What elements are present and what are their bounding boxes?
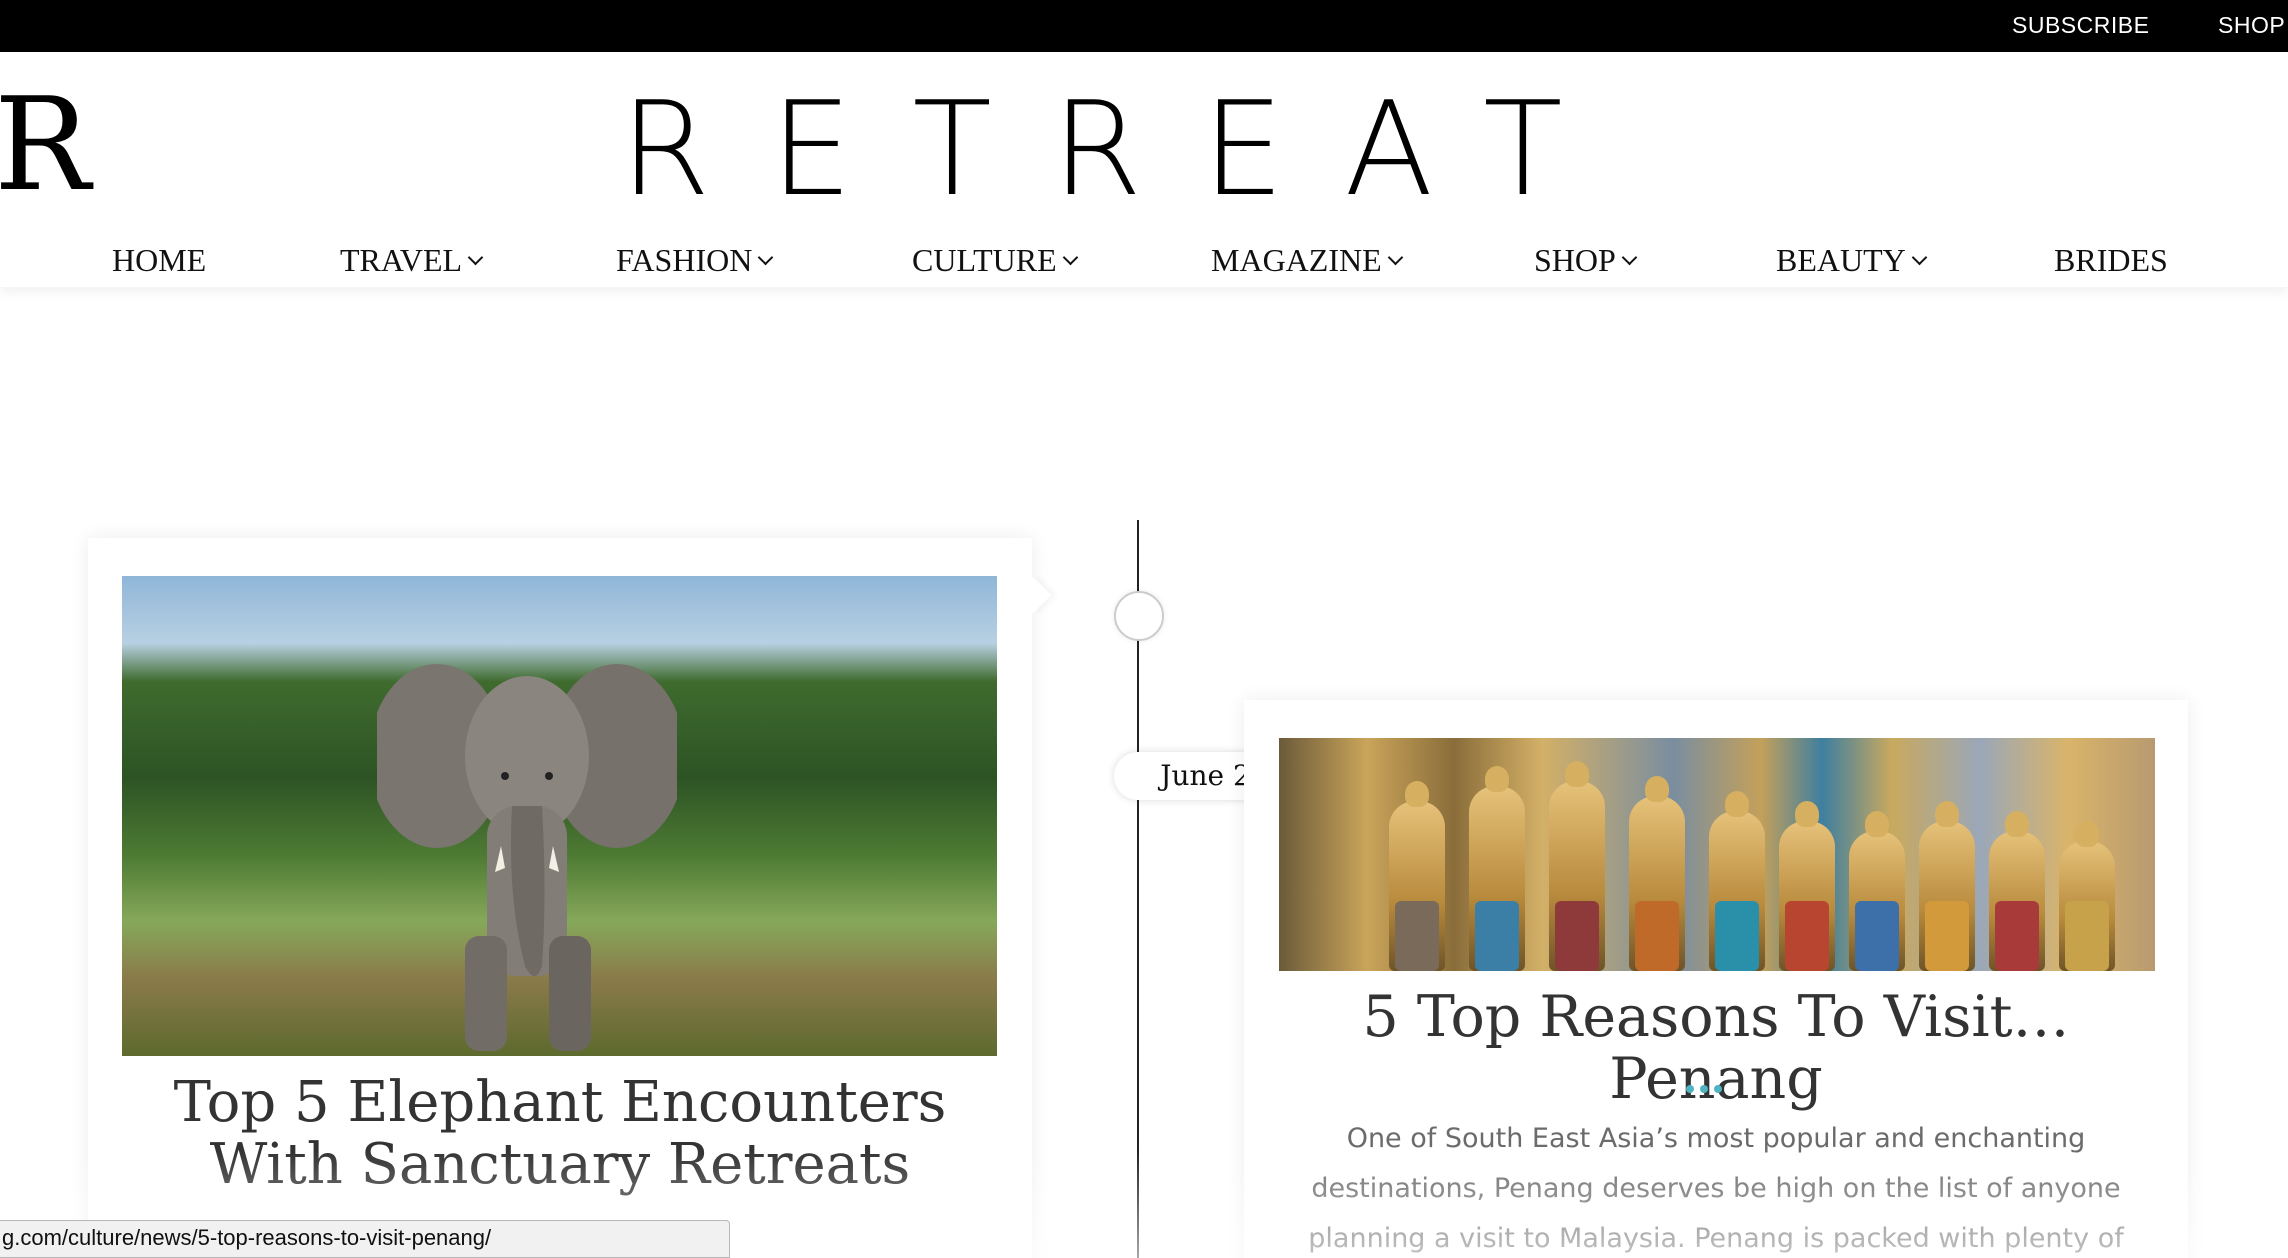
chevron-down-icon	[1062, 249, 1078, 266]
separator-dots-icon	[1686, 1080, 1746, 1093]
nav-item-label: CULTURE	[912, 242, 1057, 278]
chevron-down-icon	[467, 249, 484, 266]
nav-item-home[interactable]: HOME	[112, 242, 206, 279]
statue-shape	[1629, 776, 1685, 971]
nav-item-label: SHOP	[1534, 242, 1616, 278]
post-card[interactable]: 5 Top Reasons To Visit… Penang One of So…	[1244, 700, 2188, 1258]
chevron-down-icon	[1911, 249, 1928, 266]
statue-shape	[1989, 811, 2045, 971]
nav-item-travel[interactable]: TRAVEL	[340, 242, 484, 279]
nav-item-beauty[interactable]: BEAUTY	[1776, 242, 1928, 279]
statue-shape	[1849, 811, 1905, 971]
nav-item-label: FASHION	[616, 242, 753, 278]
nav-item-label: BEAUTY	[1776, 242, 1906, 278]
subscribe-link[interactable]: SUBSCRIBE	[2012, 12, 2149, 39]
site-header: R RETREAT HOME TRAVEL FASHION CULTURE MA…	[0, 52, 2288, 287]
timeline-node	[1114, 591, 1164, 641]
nav-item-culture[interactable]: CULTURE	[912, 242, 1078, 279]
statue-shape	[1709, 791, 1765, 971]
nav-item-label: TRAVEL	[340, 242, 463, 278]
post-title[interactable]: Top 5 Elephant Encounters With Sanctuary…	[108, 1072, 1012, 1196]
statue-shape	[1779, 801, 1835, 971]
nav-item-brides[interactable]: BRIDES	[2054, 242, 2168, 279]
elephant-illustration	[377, 664, 677, 1051]
main-nav: HOME TRAVEL FASHION CULTURE MAGAZINE SHO…	[0, 242, 2288, 282]
nav-item-magazine[interactable]: MAGAZINE	[1211, 242, 1403, 279]
site-logo[interactable]: RETREAT	[620, 84, 1563, 214]
nav-item-fashion[interactable]: FASHION	[616, 242, 774, 279]
temple-statues-photo[interactable]	[1279, 738, 2155, 971]
nav-item-label: MAGAZINE	[1211, 242, 1382, 278]
statue-shape	[1919, 801, 1975, 971]
post-excerpt: One of South East Asia’s most popular an…	[1308, 1123, 2124, 1254]
nav-item-label: BRIDES	[2054, 242, 2168, 278]
elephant-photo[interactable]	[122, 576, 997, 1056]
statue-shape	[2059, 821, 2115, 971]
shop-link[interactable]: SHOP	[2218, 12, 2285, 39]
mini-logo[interactable]: R	[0, 82, 90, 210]
nav-item-shop[interactable]: SHOP	[1534, 242, 1638, 279]
post-card[interactable]: Top 5 Elephant Encounters With Sanctuary…	[88, 538, 1032, 1258]
statue-shape	[1469, 766, 1525, 971]
chevron-down-icon	[1387, 249, 1403, 266]
browser-status-bar: g.com/culture/news/5-top-reasons-to-visi…	[0, 1220, 730, 1258]
statue-shape	[1389, 781, 1445, 971]
chevron-down-icon	[758, 249, 774, 266]
statue-shape	[1549, 761, 1605, 971]
top-bar: SUBSCRIBE SHOP	[0, 0, 2288, 52]
chevron-down-icon	[1621, 249, 1638, 266]
nav-item-label: HOME	[112, 242, 207, 278]
